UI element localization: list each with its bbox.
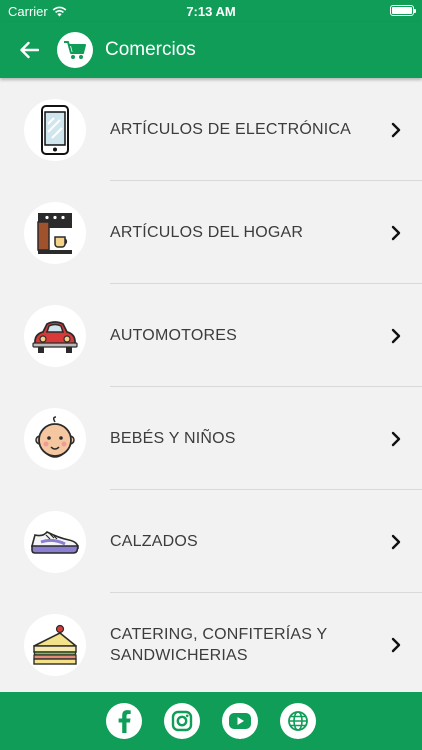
app-bar: Comercios [0, 22, 422, 78]
shopping-cart-icon [57, 32, 93, 68]
category-item-automotores[interactable]: AUTOMOTORES [0, 284, 422, 387]
category-label: ARTÍCULOS DEL HOGAR [110, 224, 304, 241]
chevron-right-icon [391, 328, 401, 343]
chevron-right-icon [391, 225, 401, 240]
category-list: ARTÍCULOS DE ELECTRÓNICA ARTÍCULOS DEL H… [0, 78, 422, 692]
category-item-calzados[interactable]: CALZADOS [0, 490, 422, 593]
youtube-icon[interactable] [222, 703, 258, 739]
category-label: CALZADOS [110, 533, 198, 550]
category-item-bebes[interactable]: BEBÉS Y NIÑOS [0, 387, 422, 490]
back-arrow-icon[interactable] [17, 38, 41, 62]
baby-icon [24, 407, 86, 470]
category-label: ARTÍCULOS DE ELECTRÓNICA [110, 121, 351, 138]
coffee-machine-icon [24, 201, 86, 264]
status-bar: Carrier 7:13 AM [0, 0, 422, 22]
category-item-electronica[interactable]: ARTÍCULOS DE ELECTRÓNICA [0, 78, 422, 181]
category-label: BEBÉS Y NIÑOS [110, 430, 236, 447]
chevron-right-icon [391, 637, 401, 652]
chevron-right-icon [391, 534, 401, 549]
sneaker-icon [24, 510, 86, 573]
category-label: CATERING, CONFITERÍAS Y SANDWICHERIAS [110, 625, 328, 664]
instagram-icon[interactable] [164, 703, 200, 739]
battery-icon [390, 5, 416, 16]
social-footer [0, 692, 422, 750]
page-title: Comercios [105, 39, 196, 60]
car-icon [24, 304, 86, 367]
chevron-right-icon [391, 122, 401, 137]
category-item-hogar[interactable]: ARTÍCULOS DEL HOGAR [0, 181, 422, 284]
globe-icon[interactable] [280, 703, 316, 739]
clock: 7:13 AM [186, 4, 236, 19]
category-label: AUTOMOTORES [110, 327, 237, 344]
category-item-catering[interactable]: CATERING, CONFITERÍAS Y SANDWICHERIAS [0, 593, 422, 692]
sandwich-cake-icon [24, 613, 86, 676]
chevron-right-icon [391, 431, 401, 446]
facebook-icon[interactable] [106, 703, 142, 739]
smartphone-icon [24, 98, 86, 161]
